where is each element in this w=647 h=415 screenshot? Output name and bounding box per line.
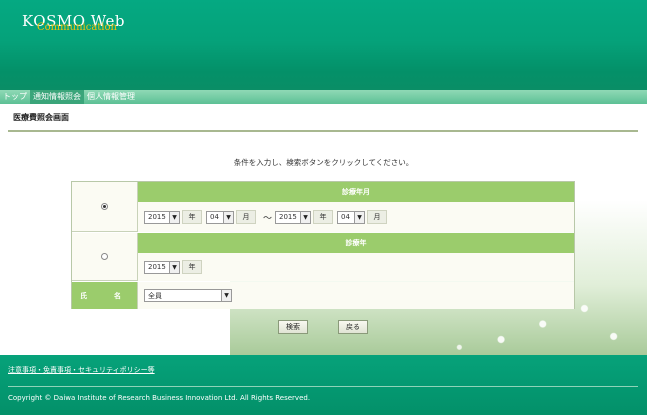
- from-year-unit: 年: [182, 210, 202, 224]
- form-row-year: 診療年 2015 ▼ 年: [72, 233, 574, 281]
- chevron-down-icon: ▼: [169, 211, 179, 223]
- section-heading-month: 診療年月: [138, 182, 574, 202]
- name-select[interactable]: 全員 ▼: [144, 289, 232, 302]
- from-year-value: 2015: [148, 213, 166, 221]
- logo-sub: Communication: [37, 22, 117, 33]
- name-label-given: 名: [114, 291, 121, 300]
- radio-cell-month: [72, 182, 138, 231]
- nav-item-top[interactable]: トップ: [0, 90, 30, 104]
- page-title: 医療費照会画面: [13, 113, 69, 122]
- logo: KOSMO Web Communication: [22, 12, 125, 33]
- name-label-family: 氏: [80, 291, 87, 300]
- radio-cell-year: [72, 233, 138, 280]
- range-separator: ～: [263, 213, 273, 224]
- to-year-value: 2015: [279, 213, 297, 221]
- name-label: 氏 名: [72, 282, 138, 309]
- header: KOSMO Web Communication: [0, 0, 647, 90]
- year-value: 2015: [148, 263, 166, 271]
- chevron-down-icon: ▼: [354, 211, 365, 223]
- to-month-select[interactable]: 04 ▼: [337, 210, 366, 224]
- footer-divider: [8, 386, 638, 387]
- nav-item-personal-info[interactable]: 個人情報管理: [84, 90, 138, 104]
- year-select[interactable]: 2015 ▼: [144, 260, 180, 274]
- chevron-down-icon: ▼: [223, 211, 233, 223]
- chevron-down-icon: ▼: [300, 211, 311, 223]
- form-row-name: 氏 名 全員 ▼: [72, 282, 574, 309]
- footer-policy-link[interactable]: 注意事項・免責事項・セキュリティポリシー等: [8, 365, 155, 375]
- back-button[interactable]: 戻る: [338, 320, 368, 334]
- chevron-down-icon: ▼: [221, 290, 231, 301]
- to-month-value: 04: [341, 213, 350, 221]
- to-year-unit: 年: [313, 210, 334, 224]
- search-form: 診療年月 2015 ▼ 年 04 ▼ 月 ～ 2015 ▼ 年 04 ▼ 月 診…: [71, 181, 575, 309]
- radio-year[interactable]: [101, 253, 108, 260]
- radio-month[interactable]: [101, 203, 108, 210]
- year-unit: 年: [182, 260, 202, 274]
- to-month-unit: 月: [367, 210, 388, 224]
- form-row-month: 診療年月 2015 ▼ 年 04 ▼ 月 ～ 2015 ▼ 年 04 ▼ 月: [72, 182, 574, 232]
- from-month-value: 04: [210, 213, 219, 221]
- from-month-unit: 月: [236, 210, 256, 224]
- from-year-select[interactable]: 2015 ▼: [144, 210, 180, 224]
- nav-bar: トップ 通知情報照会 個人情報管理: [0, 90, 647, 104]
- title-divider: [8, 130, 638, 132]
- section-heading-year: 診療年: [138, 233, 574, 253]
- to-year-select[interactable]: 2015 ▼: [275, 210, 312, 224]
- instruction-text: 条件を入力し、検索ボタンをクリックしてください。: [233, 158, 414, 167]
- chevron-down-icon: ▼: [169, 261, 179, 273]
- search-button[interactable]: 検索: [278, 320, 308, 334]
- from-month-select[interactable]: 04 ▼: [206, 210, 234, 224]
- nav-item-notification[interactable]: 通知情報照会: [30, 90, 84, 104]
- name-value: 全員: [148, 291, 162, 300]
- footer: 注意事項・免責事項・セキュリティポリシー等 Copyright © Daiwa …: [0, 355, 647, 415]
- copyright-text: Copyright © Daiwa Institute of Research …: [8, 394, 311, 402]
